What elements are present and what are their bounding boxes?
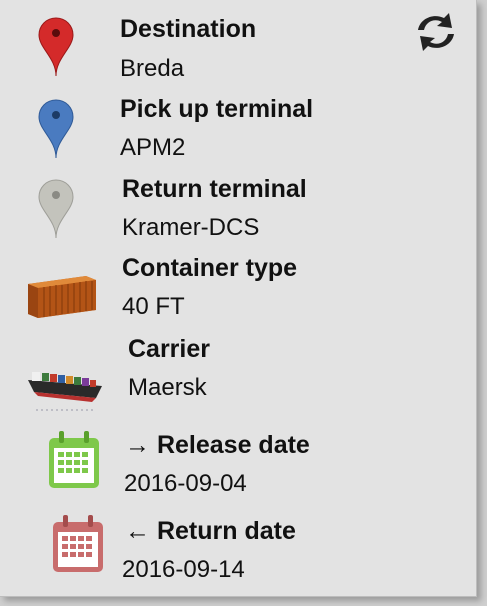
green-calendar-icon xyxy=(49,431,99,488)
return-date-value: 2016-09-14 xyxy=(122,556,245,583)
left-arrow-icon: ← xyxy=(125,517,150,545)
swap-refresh-icon[interactable] xyxy=(408,8,464,56)
container-type-label: Container type xyxy=(122,254,298,282)
pickup-terminal-value: APM2 xyxy=(120,134,186,161)
return-date-title: Return date xyxy=(156,517,296,545)
shipment-summary-panel: Destination Breda Pick up terminal APM2 … xyxy=(0,0,477,597)
container-ship-icon xyxy=(28,372,102,411)
destination-value: Breda xyxy=(120,55,185,82)
release-date-value: 2016-09-04 xyxy=(124,470,247,497)
release-date-title: Release date xyxy=(156,431,310,459)
shipping-container-icon xyxy=(28,276,96,318)
return-terminal-value: Kramer-DCS xyxy=(122,214,260,241)
carrier-value: Maersk xyxy=(128,374,207,401)
return-date-label: ← Return date xyxy=(125,519,296,544)
release-date-label: → Release date xyxy=(125,433,310,458)
right-arrow-icon: → xyxy=(125,431,150,459)
blue-map-pin-icon xyxy=(38,99,74,159)
destination-label: Destination xyxy=(120,15,257,43)
container-type-value: 40 FT xyxy=(122,293,185,320)
carrier-label: Carrier xyxy=(128,335,210,363)
return-terminal-label: Return terminal xyxy=(122,175,307,203)
pickup-terminal-label: Pick up terminal xyxy=(120,95,314,123)
red-map-pin-icon xyxy=(38,17,74,77)
grey-map-pin-icon xyxy=(38,179,74,239)
red-calendar-icon xyxy=(53,515,103,572)
